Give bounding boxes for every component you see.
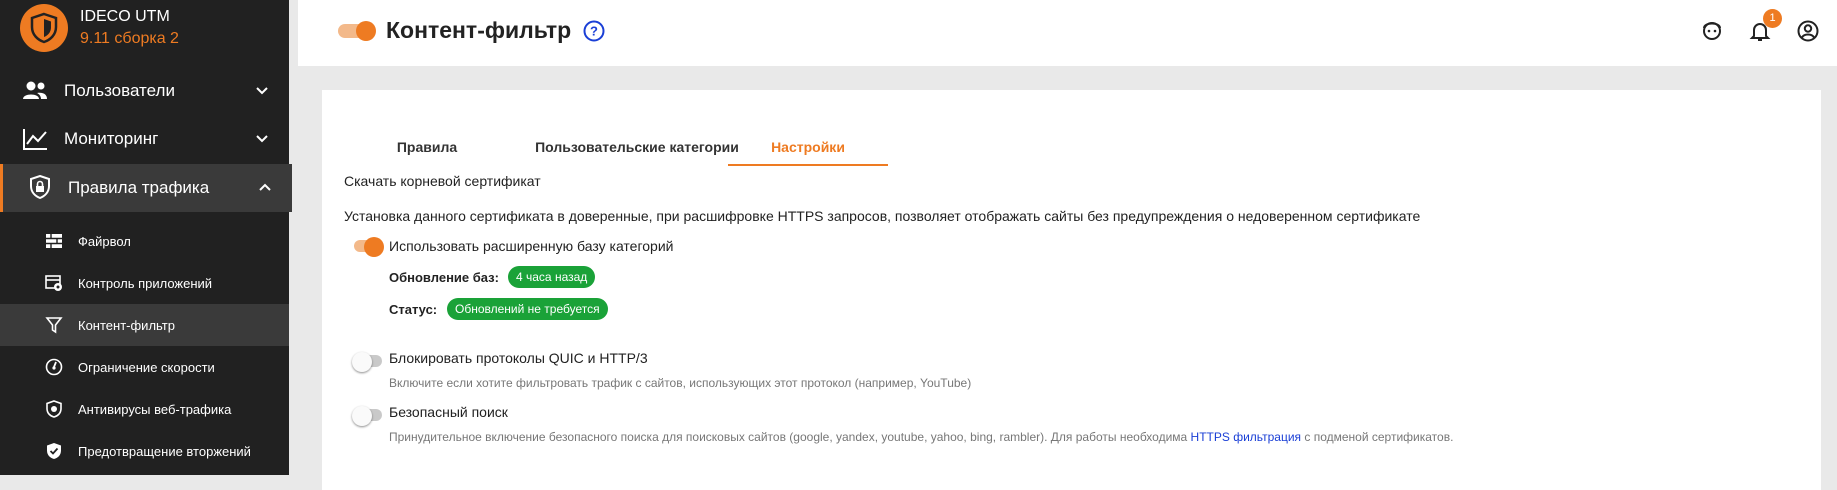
chevron-up-icon: [259, 183, 271, 191]
sidebar-subitem-intrusion-prevention[interactable]: Предотвращение вторжений: [0, 430, 289, 472]
svg-text:?: ?: [590, 24, 598, 39]
account-circle-icon[interactable]: [1796, 19, 1820, 43]
update-label: Обновление баз:: [389, 270, 499, 285]
sidebar-item-label: Мониторинг: [64, 129, 159, 148]
safe-search-hint-text: Принудительное включение безопасного пои…: [389, 430, 1188, 444]
page-title: Контент-фильтр: [386, 17, 572, 43]
chevron-down-icon: [256, 87, 268, 95]
sidebar-item-label: Ограничение скорости: [78, 359, 215, 375]
download-cert-link[interactable]: Скачать корневой сертификат: [344, 173, 541, 189]
app-control-icon: [45, 275, 62, 291]
settings-card: Правила Пользовательские категории Настр…: [322, 90, 1821, 490]
brick-wall-icon: [46, 234, 62, 248]
quic-toggle[interactable]: [352, 352, 382, 372]
sidebar-subitem-firewall[interactable]: Файрвол: [0, 220, 289, 262]
sidebar-subitem-speed-limit[interactable]: Ограничение скорости: [0, 346, 289, 388]
sidebar-item-label: Контроль приложений: [78, 275, 213, 291]
users-icon: [23, 81, 47, 99]
quic-hint: Включите если хотите фильтровать трафик …: [389, 376, 972, 390]
antivirus-shield-icon: [46, 400, 62, 418]
sidebar-subitem-app-control[interactable]: Контроль приложений: [0, 262, 289, 304]
content-filter-toggle[interactable]: [338, 21, 376, 41]
sidebar-item-label: Правила трафика: [68, 178, 210, 197]
brand[interactable]: IDECO UTM 9.11 сборка 2: [20, 2, 179, 54]
status-badge: Обновлений не требуется: [447, 298, 608, 320]
sidebar-item-users[interactable]: Пользователи: [0, 68, 289, 114]
sidebar-subitem-content-filter[interactable]: Контент-фильтр: [0, 304, 289, 346]
sidebar: IDECO UTM 9.11 сборка 2 Пользователи Мон…: [0, 0, 292, 475]
chevron-down-icon: [256, 135, 268, 143]
notification-badge: 1: [1763, 9, 1782, 28]
sidebar-item-label: Контент-фильтр: [78, 317, 175, 333]
shield-check-icon: [47, 443, 61, 459]
status-label: Статус:: [389, 302, 438, 317]
help-circle-icon[interactable]: ?: [583, 20, 605, 42]
sidebar-subitem-web-antivirus[interactable]: Антивирусы веб-трафика: [0, 388, 289, 430]
https-filtering-link[interactable]: HTTPS фильтрация: [1191, 430, 1301, 444]
filter-icon: [45, 317, 63, 334]
safe-search-toggle[interactable]: [352, 406, 382, 426]
speedometer-icon: [45, 358, 63, 376]
update-badge: 4 часа назад: [508, 266, 596, 288]
extended-db-toggle[interactable]: [354, 237, 384, 257]
safe-search-hint-text-end: с подменой сертификатов.: [1304, 430, 1454, 444]
sidebar-item-label: Файрвол: [78, 233, 131, 249]
brand-version: 9.11 сборка 2: [80, 30, 179, 47]
sidebar-item-label: Предотвращение вторжений: [78, 443, 251, 459]
sidebar-item-traffic-rules[interactable]: Правила трафика: [0, 164, 292, 212]
support-agent-icon[interactable]: [1700, 19, 1724, 43]
quic-label: Блокировать протоколы QUIC и HTTP/3: [389, 350, 648, 366]
tab-rules[interactable]: Правила: [372, 130, 482, 164]
brand-name: IDECO UTM: [80, 8, 170, 25]
chart-line-icon: [23, 129, 47, 150]
sidebar-item-label: Антивирусы веб-трафика: [78, 401, 232, 417]
header: Контент-фильтр ? 1: [298, 0, 1837, 66]
tab-settings[interactable]: Настройки: [728, 130, 888, 166]
safe-search-hint: Принудительное включение безопасного пои…: [389, 430, 1453, 444]
shield-logo-icon: [20, 4, 68, 52]
extended-db-label: Использовать расширенную базу категорий: [389, 238, 674, 254]
safe-search-label: Безопасный поиск: [389, 404, 508, 420]
shield-lock-icon: [30, 175, 50, 199]
sidebar-item-monitoring[interactable]: Мониторинг: [0, 116, 289, 162]
sidebar-item-label: Пользователи: [64, 81, 175, 100]
cert-description: Установка данного сертификата в доверенн…: [344, 208, 1421, 224]
